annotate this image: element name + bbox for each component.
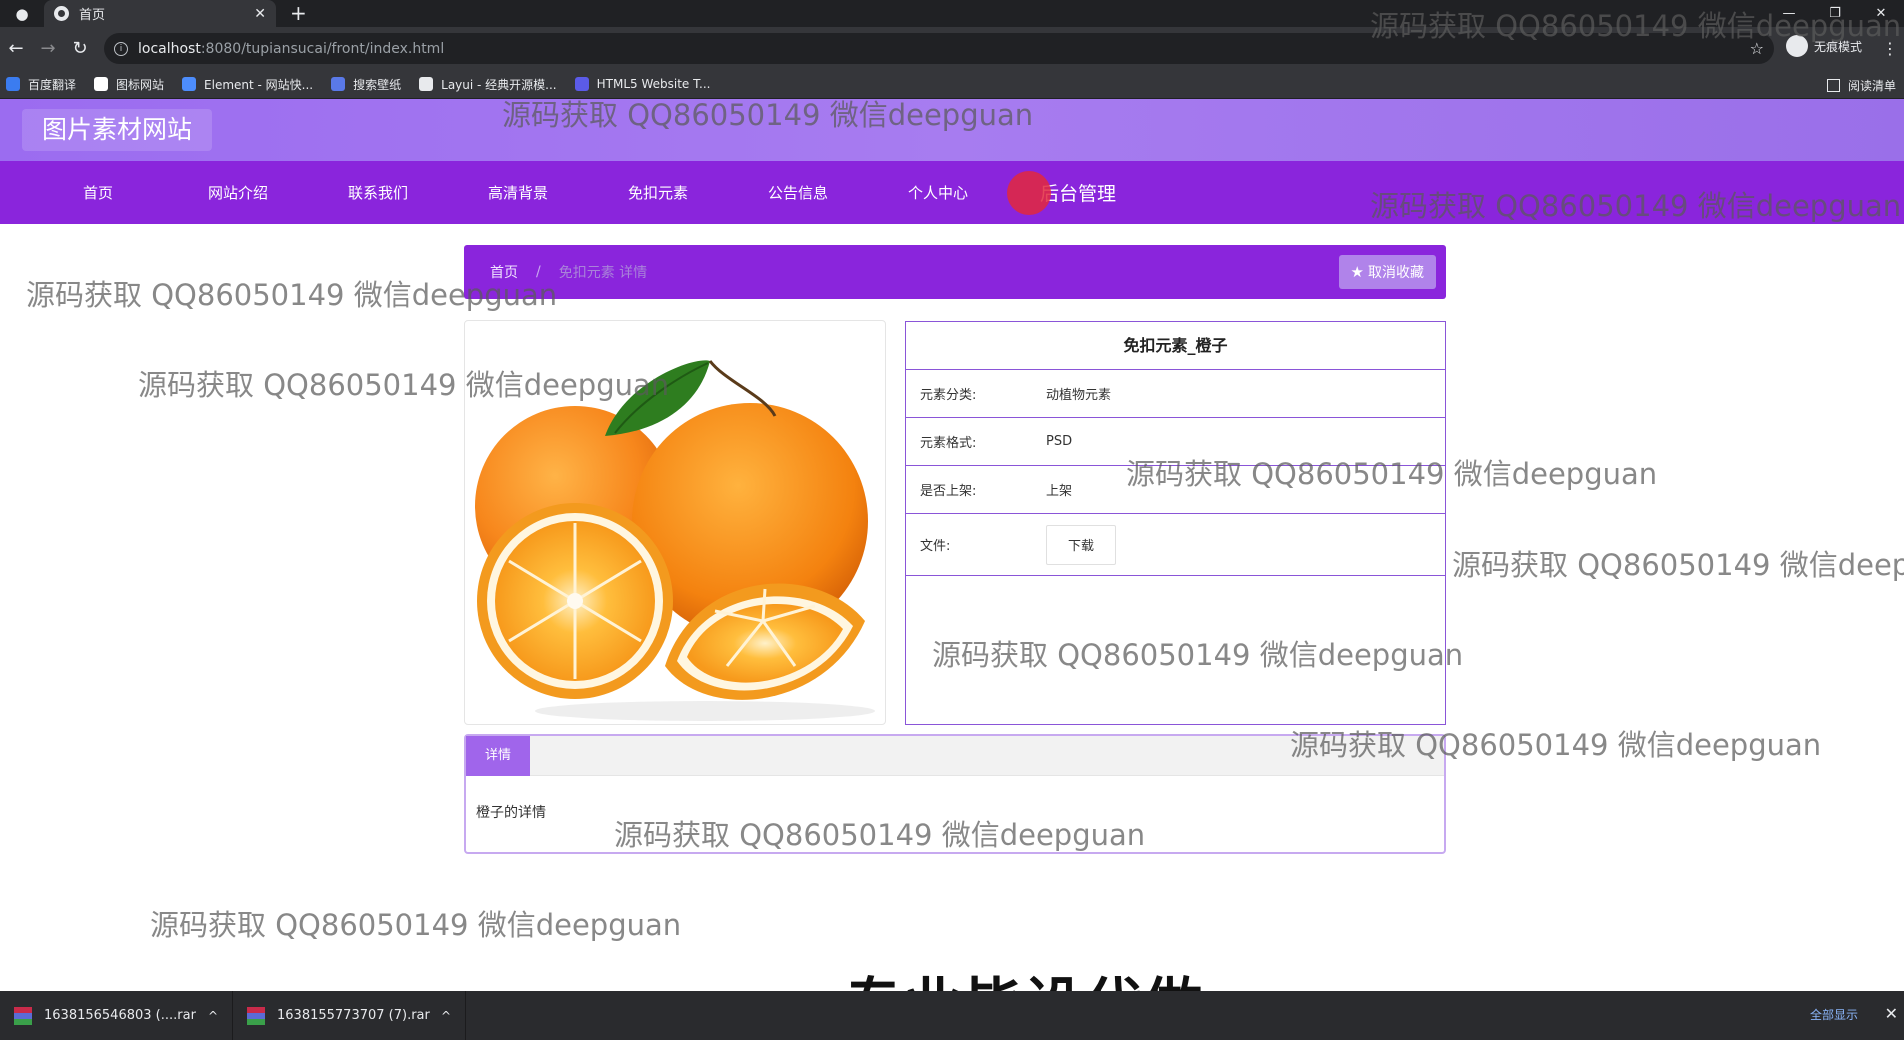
breadcrumb-separator: /: [536, 264, 541, 280]
chevron-up-icon[interactable]: ^: [208, 1009, 218, 1023]
download-filename: 1638156546803 (....rar: [44, 1008, 196, 1023]
bookmark-label: HTML5 Website T...: [596, 77, 711, 91]
bookmark-label: Layui - 经典开源模...: [441, 77, 557, 92]
bookmark-item[interactable]: HTML5 Website T...: [574, 77, 711, 91]
address-bar: ← → ↻ i localhost:8080/tupiansucai/front…: [0, 27, 1904, 70]
download-filename: 1638155773707 (7).rar: [277, 1008, 430, 1023]
window-controls: — ❐ ✕: [1766, 0, 1904, 27]
download-button[interactable]: 下载: [1046, 524, 1116, 565]
close-window-icon[interactable]: ✕: [1858, 0, 1904, 27]
browser-tab[interactable]: 首页 ✕: [44, 0, 276, 27]
main-nav: 首页 网站介绍 联系我们 高清背景 免扣元素 公告信息 个人中心 后台管理: [0, 161, 1904, 224]
listed-value: 上架: [1046, 484, 1073, 499]
show-all-downloads-link[interactable]: 全部显示: [1810, 1006, 1858, 1023]
reading-list-label: 阅读清单: [1847, 79, 1896, 93]
tab-title: 首页: [79, 8, 106, 23]
unfavorite-label: 取消收藏: [1368, 265, 1424, 281]
bookmark-favicon-icon: [331, 77, 346, 91]
download-item[interactable]: 1638156546803 (....rar ^: [0, 991, 233, 1040]
bookmark-favicon-icon: [419, 77, 434, 91]
star-icon: ★: [1350, 263, 1364, 281]
web-page: 图片素材网站 首页 网站介绍 联系我们 高清背景 免扣元素 公告信息 个人中心 后台管理 首页…: [0, 99, 1904, 991]
file-label: 文件:: [920, 539, 951, 554]
bookmark-favicon-icon: [6, 77, 20, 91]
category-value: 动植物元素: [1046, 388, 1112, 403]
bookmark-favicon-icon: [182, 77, 197, 91]
detail-tab-bar: 详情: [466, 736, 1444, 776]
detail-panel: 详情 橙子的详情: [464, 734, 1446, 854]
close-downloads-icon[interactable]: ✕: [1885, 1004, 1898, 1023]
unfavorite-button[interactable]: ★ 取消收藏: [1338, 255, 1436, 289]
site-header: 图片素材网站: [0, 99, 1904, 161]
nav-item[interactable]: 首页: [28, 182, 168, 203]
back-icon[interactable]: ←: [0, 27, 32, 70]
bookmark-label: 搜索壁纸: [353, 77, 402, 92]
incognito-indicator[interactable]: 无痕模式: [1786, 35, 1862, 57]
forward-icon[interactable]: →: [32, 27, 64, 70]
chevron-up-icon[interactable]: ^: [441, 1009, 451, 1023]
breadcrumb-home[interactable]: 首页: [490, 262, 518, 282]
category-label: 元素分类:: [920, 388, 977, 403]
reading-list-icon: [1826, 79, 1840, 92]
bookmark-favicon-icon: [574, 77, 589, 91]
info-row-format: 元素格式: PSD: [906, 418, 1445, 466]
download-item[interactable]: 1638155773707 (7).rar ^: [233, 991, 466, 1040]
bookmark-item[interactable]: 搜索壁纸: [331, 76, 401, 93]
more-menu-icon[interactable]: ⋮: [1882, 39, 1898, 58]
element-image: [464, 320, 886, 725]
bookmark-item[interactable]: Element - 网站快...: [182, 76, 313, 93]
bookmarks-bar: 百度翻译 图标网站 Element - 网站快... 搜索壁纸 Layui - 经典开源…: [0, 70, 1904, 99]
element-title: 免扣元素_橙子: [906, 322, 1445, 370]
incognito-label: 无痕模式: [1814, 39, 1863, 54]
info-row-file: 文件: 下载: [906, 514, 1445, 576]
incognito-icon: [1786, 35, 1808, 57]
listed-label: 是否上架:: [920, 484, 977, 499]
nav-item[interactable]: 公告信息: [728, 182, 868, 203]
restore-icon[interactable]: ❐: [1812, 0, 1858, 27]
reload-icon[interactable]: ↻: [64, 27, 96, 70]
element-info-panel: 免扣元素_橙子 元素分类: 动植物元素 元素格式: PSD 是否上架: 上架 文…: [905, 321, 1446, 725]
browser-tab-strip: ● 首页 ✕ + — ❐ ✕: [0, 0, 1904, 27]
bookmark-star-icon[interactable]: ☆: [1750, 39, 1764, 58]
nav-item[interactable]: 高清背景: [448, 182, 588, 203]
url-input[interactable]: i localhost:8080/tupiansucai/front/index…: [104, 33, 1774, 64]
orange-image: [475, 360, 875, 721]
bookmark-item[interactable]: Layui - 经典开源模...: [419, 76, 557, 93]
cursor-highlight: [1007, 171, 1051, 215]
downloads-bar: 1638156546803 (....rar ^ 1638155773707 (…: [0, 991, 1904, 1040]
bookmark-label: 百度翻译: [28, 77, 77, 92]
site-title[interactable]: 图片素材网站: [22, 109, 213, 151]
url-path: :8080/tupiansucai/front/index.html: [200, 40, 445, 57]
bookmark-label: 图标网站: [116, 77, 165, 92]
detail-content: 橙子的详情: [476, 805, 546, 821]
breadcrumb: 首页 / 免扣元素 详情 ★ 取消收藏: [464, 245, 1446, 299]
breadcrumb-current: 免扣元素 详情: [558, 265, 648, 281]
bookmark-label: Element - 网站快...: [204, 77, 314, 92]
nav-item[interactable]: 个人中心: [868, 182, 1008, 203]
globe-icon: [54, 6, 69, 21]
bookmark-favicon-icon: [94, 77, 109, 91]
browser-menu-icon[interactable]: ●: [0, 0, 44, 27]
new-tab-button[interactable]: +: [290, 0, 307, 27]
tab-detail[interactable]: 详情: [466, 736, 530, 776]
format-value: PSD: [1046, 434, 1073, 449]
minimize-icon[interactable]: —: [1766, 0, 1812, 27]
url-host: localhost: [138, 40, 201, 57]
bookmark-item[interactable]: 图标网站: [94, 76, 164, 93]
nav-item[interactable]: 网站介绍: [168, 182, 308, 203]
close-tab-icon[interactable]: ✕: [254, 6, 266, 22]
info-row-listed: 是否上架: 上架: [906, 466, 1445, 514]
rar-file-icon: [247, 1006, 265, 1025]
bookmark-item[interactable]: 百度翻译: [6, 76, 76, 93]
nav-item[interactable]: 联系我们: [308, 182, 448, 203]
rar-file-icon: [14, 1006, 32, 1025]
format-label: 元素格式:: [920, 436, 977, 451]
site-info-icon[interactable]: i: [114, 41, 128, 56]
reading-list-button[interactable]: 阅读清单: [1826, 77, 1896, 94]
info-row-category: 元素分类: 动植物元素: [906, 370, 1445, 418]
nav-item[interactable]: 免扣元素: [588, 182, 728, 203]
